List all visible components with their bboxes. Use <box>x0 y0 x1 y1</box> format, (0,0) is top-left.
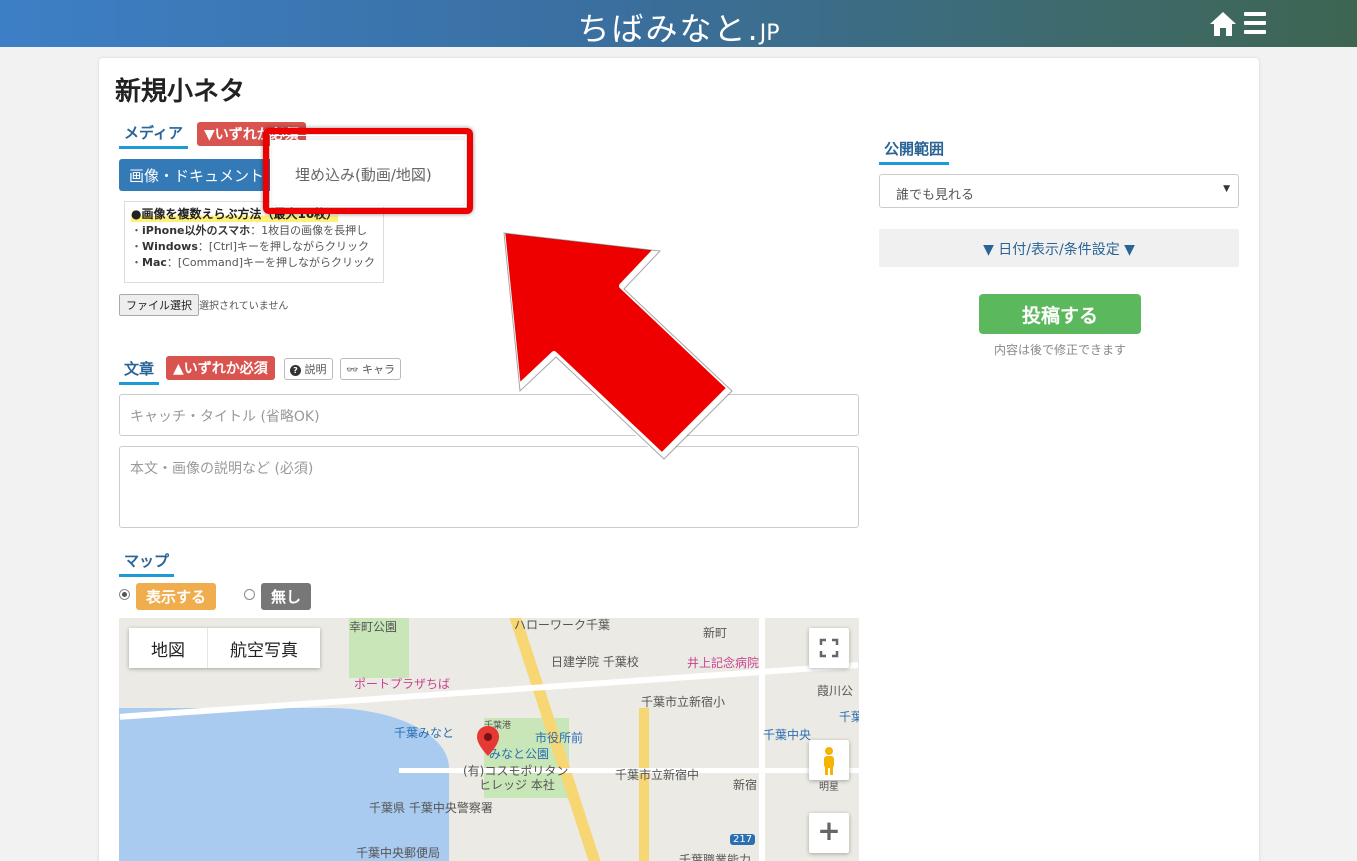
map-place-label: 千葉県 千葉中央警察署 <box>369 801 493 815</box>
map-road <box>639 708 649 861</box>
map-none-radio[interactable] <box>244 589 255 600</box>
map-place-label: ヒレッジ 本社 <box>479 778 555 792</box>
map-place-label: 千葉 <box>839 710 859 724</box>
chara-button-label: キャラ <box>361 363 395 376</box>
hamburger-menu-icon[interactable] <box>1244 12 1266 34</box>
annotation-highlight-frame <box>263 128 473 214</box>
hint-line-mac: ・Mac：[Command]キーを押しながらクリック <box>131 256 376 269</box>
map-place-label: 千葉みなと <box>394 726 455 740</box>
hint-line-smartphone: ・iPhone以外のスマホ：1枚目の画像を長押し <box>131 224 368 237</box>
home-icon[interactable] <box>1209 11 1237 37</box>
map-place-label: 千葉職業能力 <box>679 853 752 861</box>
map-place-label: ポートプラザちば <box>354 677 451 691</box>
image-document-upload-button[interactable]: 画像・ドキュメント <box>119 159 283 191</box>
media-section-label: メディア <box>119 122 188 149</box>
map-place-label: 井上記念病院 <box>687 656 760 670</box>
map-type-map[interactable]: 地図 <box>129 628 207 668</box>
glasses-icon: 👓 <box>346 365 359 376</box>
help-button[interactable]: ? 説明 <box>284 358 333 380</box>
map-type-aerial[interactable]: 航空写真 <box>207 628 320 668</box>
route-shield: 217 <box>730 834 756 845</box>
file-select-button[interactable]: ファイル選択 <box>119 294 199 316</box>
text-section-label: 文章 <box>119 358 160 385</box>
map-show-option[interactable]: 表示する <box>136 583 217 610</box>
visibility-section-label: 公開範囲 <box>879 138 950 165</box>
caret-down-icon: ▼ <box>1223 184 1230 194</box>
brand-logo[interactable]: ちばみなと.JP <box>0 4 1357 50</box>
post-note: 内容は後で修正できます <box>993 343 1126 357</box>
map-place-label: 新町 <box>703 626 728 640</box>
map-place-label: 日建学院 千葉校 <box>551 655 639 669</box>
map-type-toggle: 地図 航空写真 <box>129 628 320 668</box>
conditions-toggle-button[interactable]: ▼ 日付/表示/条件設定 ▼ <box>879 229 1239 267</box>
file-status-text: 選択されていません <box>199 301 289 312</box>
street-view-pegman-icon[interactable] <box>809 740 849 780</box>
question-circle-icon: ? <box>290 365 301 376</box>
fullscreen-icon[interactable] <box>809 628 849 668</box>
map-marker-icon[interactable] <box>477 726 499 756</box>
zoom-in-icon[interactable]: + <box>809 813 849 853</box>
map-view[interactable]: 幸町公園 ハローワーク千葉 新町 日建学院 千葉校 井上記念病院 ポートプラザち… <box>119 618 859 861</box>
brand-jp-text: JP <box>759 21 780 46</box>
map-place-label: ハローワーク千葉 <box>514 618 611 632</box>
chara-button[interactable]: 👓 キャラ <box>340 358 401 380</box>
post-button[interactable]: 投稿する <box>979 294 1141 334</box>
brand-main-text: ちばみなと. <box>577 10 760 48</box>
visibility-select[interactable]: 誰でも見れる ▼ <box>879 174 1239 208</box>
map-place-label: 市役所前 <box>535 731 584 745</box>
text-required-badge: ▲いずれか必須 <box>166 356 275 380</box>
map-place-label: 千葉中央 <box>763 728 812 742</box>
map-none-option[interactable]: 無し <box>261 583 312 610</box>
map-show-radio[interactable] <box>119 589 130 600</box>
top-bar: ちばみなと.JP <box>0 0 1357 50</box>
map-place-label: 新宿 <box>733 778 758 792</box>
map-place-label: 明星 <box>819 782 839 793</box>
map-place-label: 千葉市立新宿小 <box>641 695 726 709</box>
help-button-label: 説明 <box>304 363 327 376</box>
page-title: 新規小ネタ <box>115 77 246 107</box>
annotation-arrow-icon <box>499 227 733 460</box>
visibility-select-value: 誰でも見れる <box>896 188 975 203</box>
map-place-label: 千葉市立新宿中 <box>615 768 700 782</box>
map-place-label: 千葉中央郵便局 <box>356 846 441 860</box>
map-place-label: 幸町公園 <box>349 620 398 634</box>
map-section-label: マップ <box>119 550 175 577</box>
map-place-label: 葭川公 <box>817 684 854 698</box>
hint-line-windows: ・Windows：[Ctrl]キーを押しながらクリック <box>131 240 370 253</box>
